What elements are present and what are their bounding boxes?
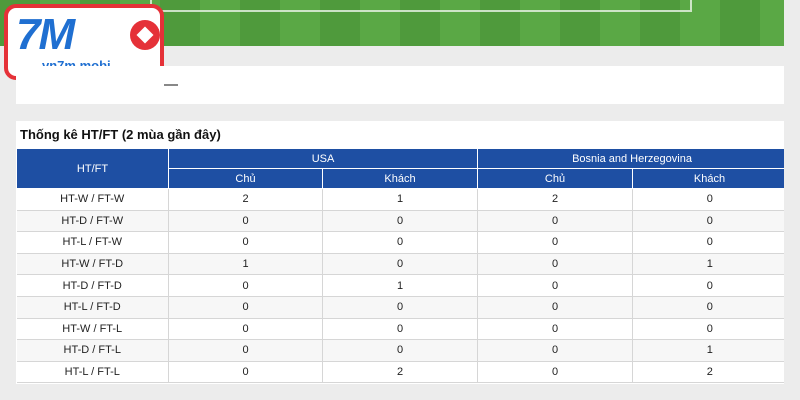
truncated-text: [164, 78, 178, 86]
header-team2-away: Khách: [631, 168, 788, 189]
header-team2: Bosnia and Herzegovina: [476, 148, 788, 169]
cell-t2-away: 0: [632, 274, 787, 297]
table-row: HT-D / FT-W 0 0 0 0: [16, 210, 787, 233]
cell-t2-home: 0: [477, 253, 633, 276]
header-team2-home: Chủ: [477, 168, 633, 189]
cell-t2-home: 0: [477, 361, 633, 384]
cell-t2-away: 0: [632, 296, 787, 319]
content-strip: [16, 66, 784, 104]
row-label: HT-D / FT-W: [16, 210, 169, 233]
cell-t2-away: 0: [632, 231, 787, 254]
header-team1-away: Khách: [322, 168, 478, 189]
cell-t1-home: 0: [168, 318, 323, 341]
header-htft: HT/FT: [16, 148, 169, 189]
row-label: HT-W / FT-L: [16, 318, 169, 341]
cell-t1-away: 0: [322, 339, 478, 362]
cell-t2-away: 1: [632, 253, 787, 276]
table-row: HT-D / FT-L 0 0 0 1: [16, 339, 787, 362]
cell-t1-away: 0: [322, 210, 478, 233]
cell-t1-home: 0: [168, 274, 323, 297]
cell-t2-home: 0: [477, 274, 633, 297]
table-row: HT-W / FT-D 1 0 0 1: [16, 253, 787, 276]
cell-t2-away: 0: [632, 318, 787, 341]
htft-stats-panel: Thống kê HT/FT (2 mùa gần đây) HT/FT USA…: [16, 121, 788, 384]
htft-table: HT/FT USA Bosnia and Herzegovina Chủ Khá…: [16, 148, 788, 384]
cell-t1-away: 1: [322, 188, 478, 211]
cell-t1-home: 0: [168, 339, 323, 362]
table-row: HT-W / FT-W 2 1 2 0: [16, 188, 787, 211]
cell-t2-home: 0: [477, 231, 633, 254]
cell-t1-away: 0: [322, 318, 478, 341]
pitch-line: [690, 0, 692, 12]
cell-t1-home: 2: [168, 188, 323, 211]
cell-t2-home: 2: [477, 188, 633, 211]
row-label: HT-L / FT-W: [16, 231, 169, 254]
cell-t2-away: 2: [632, 361, 787, 384]
cell-t2-away: 0: [632, 188, 787, 211]
panel-title: Thống kê HT/FT (2 mùa gần đây): [20, 127, 221, 142]
cell-t2-home: 0: [477, 318, 633, 341]
cell-t1-home: 0: [168, 231, 323, 254]
header-team1: USA: [168, 148, 478, 169]
row-label: HT-L / FT-D: [16, 296, 169, 319]
cell-t2-home: 0: [477, 339, 633, 362]
cell-t2-home: 0: [477, 210, 633, 233]
table-row: HT-W / FT-L 0 0 0 0: [16, 318, 787, 341]
cell-t1-away: 0: [322, 296, 478, 319]
row-label: HT-D / FT-L: [16, 339, 169, 362]
cell-t1-home: 0: [168, 296, 323, 319]
page-margin: [784, 0, 800, 400]
table-row: HT-D / FT-D 0 1 0 0: [16, 274, 787, 297]
cell-t1-home: 0: [168, 210, 323, 233]
cell-t2-away: 1: [632, 339, 787, 362]
cell-t2-away: 0: [632, 210, 787, 233]
soccer-ball-icon: [130, 20, 160, 50]
table-row: HT-L / FT-W 0 0 0 0: [16, 231, 787, 254]
row-label: HT-W / FT-D: [16, 253, 169, 276]
cell-t1-home: 0: [168, 361, 323, 384]
row-label: HT-W / FT-W: [16, 188, 169, 211]
logo-main-text: 7M: [16, 10, 75, 59]
table-row: HT-L / FT-L 0 2 0 2: [16, 361, 787, 384]
header-team1-home: Chủ: [168, 168, 323, 189]
cell-t1-away: 0: [322, 231, 478, 254]
cell-t1-away: 2: [322, 361, 478, 384]
cell-t1-home: 1: [168, 253, 323, 276]
cell-t2-home: 0: [477, 296, 633, 319]
cell-t1-away: 0: [322, 253, 478, 276]
row-label: HT-D / FT-D: [16, 274, 169, 297]
table-row: HT-L / FT-D 0 0 0 0: [16, 296, 787, 319]
cell-t1-away: 1: [322, 274, 478, 297]
pitch-line: [150, 10, 690, 12]
row-label: HT-L / FT-L: [16, 361, 169, 384]
